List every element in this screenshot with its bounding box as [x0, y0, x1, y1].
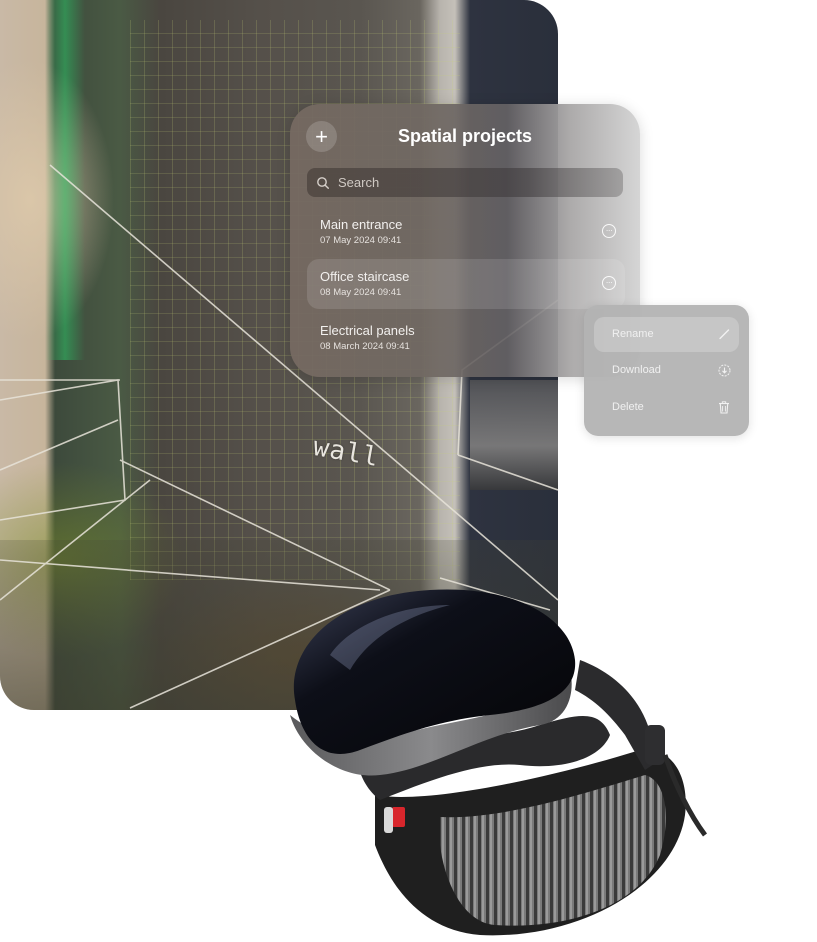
project-date: 08 March 2024 09:41 — [320, 341, 410, 352]
menu-item-delete[interactable]: Delete — [594, 390, 739, 425]
menu-item-label: Download — [612, 364, 661, 376]
project-date: 07 May 2024 09:41 — [320, 235, 402, 246]
search-icon — [316, 176, 330, 190]
ellipsis-circle-icon[interactable]: ··· — [602, 276, 616, 290]
trash-icon — [717, 400, 731, 414]
search-field[interactable] — [307, 168, 623, 197]
project-name: Office staircase — [320, 269, 410, 284]
menu-item-rename[interactable]: Rename — [594, 317, 739, 352]
project-list-item[interactable]: Electrical panels 08 March 2024 09:41 — [307, 313, 625, 363]
panel-title: Spatial projects — [397, 126, 533, 146]
ellipsis-circle-icon[interactable]: ··· — [602, 224, 616, 238]
menu-item-label: Delete — [612, 401, 644, 413]
vr-headset-image — [290, 589, 708, 936]
project-context-menu: Rename Download Delete — [584, 305, 749, 436]
pencil-icon — [717, 327, 731, 341]
project-name: Electrical panels — [320, 323, 415, 338]
search-input[interactable] — [336, 174, 600, 191]
project-date: 08 May 2024 09:41 — [320, 287, 402, 298]
download-circle-icon — [717, 363, 731, 377]
menu-item-label: Rename — [612, 328, 654, 340]
project-list-item[interactable]: Main entrance 07 May 2024 09:41 ··· — [307, 207, 625, 257]
project-name: Main entrance — [320, 217, 403, 232]
project-list-item[interactable]: Office staircase 08 May 2024 09:41 ··· — [307, 259, 625, 309]
menu-item-download[interactable]: Download — [594, 353, 739, 388]
